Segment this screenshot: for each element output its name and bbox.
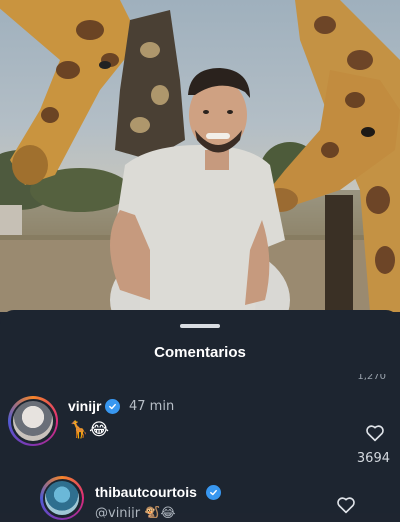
clipped-like-count: 1,270	[357, 374, 386, 382]
verified-badge-icon	[105, 399, 120, 414]
comment-username[interactable]: vinijr	[68, 398, 101, 414]
like-count: 3694	[356, 451, 390, 466]
comment-item: vinijr 47 min 🦒😂 3694	[0, 392, 400, 466]
avatar-image	[13, 401, 53, 441]
post-photo	[0, 0, 400, 312]
giraffes-and-man-illustration	[0, 0, 400, 312]
like-button[interactable]	[336, 496, 356, 514]
reply-mention: @vinijr 🐒😂	[95, 506, 176, 518]
drag-handle[interactable]	[180, 324, 220, 328]
comment-username[interactable]: thibautcourtois	[95, 484, 197, 500]
verified-badge-icon	[206, 485, 221, 500]
comment-timestamp: 47 min	[129, 399, 175, 414]
reply-item: thibautcourtois @vinijr 🐒😂	[0, 472, 400, 522]
avatar[interactable]	[8, 396, 58, 446]
comments-sheet: Comentarios 1,270 vinijr 47 min 🦒😂 3694 …	[0, 310, 400, 520]
sheet-title: Comentarios	[154, 344, 246, 361]
heart-icon	[337, 497, 355, 514]
avatar[interactable]	[40, 476, 84, 520]
avatar-image	[45, 481, 79, 515]
like-button[interactable]	[365, 424, 385, 442]
heart-icon	[366, 425, 384, 442]
comment-text: 🦒😂	[68, 420, 110, 440]
